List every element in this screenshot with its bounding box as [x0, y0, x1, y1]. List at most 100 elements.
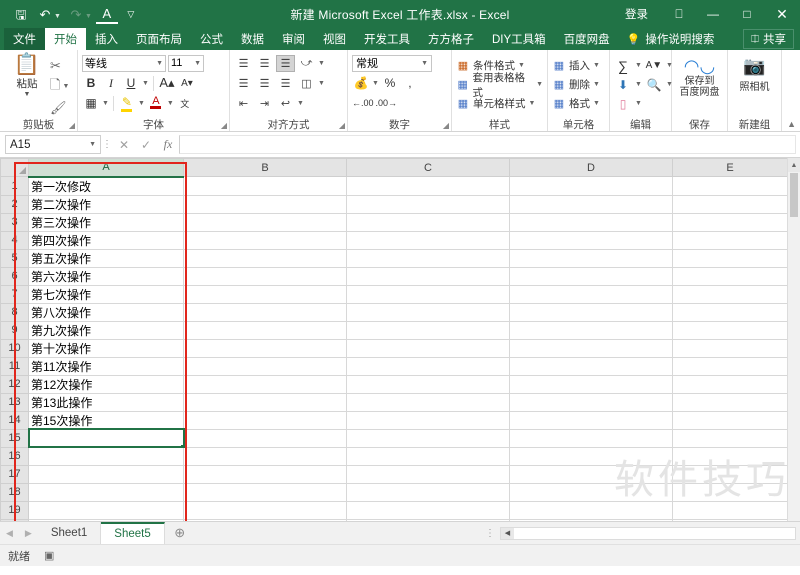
chevron-down-icon[interactable]: ▼ — [593, 100, 600, 107]
orientation-dropdown-icon[interactable]: ▼ — [318, 60, 325, 67]
name-box-dropdown-icon[interactable]: ▼ — [89, 141, 96, 148]
cell-C8[interactable] — [346, 303, 510, 322]
row-header-14[interactable]: 14 — [0, 410, 29, 430]
font-color-dropdown-icon[interactable]: ▼ — [167, 100, 174, 107]
phonetic-guide-icon[interactable]: 文 — [176, 94, 194, 112]
row-header-3[interactable]: 3 — [0, 212, 29, 232]
cell-C16[interactable] — [346, 447, 510, 466]
cell-C19[interactable] — [346, 501, 510, 520]
cell-C3[interactable] — [346, 213, 510, 232]
horizontal-split-handle[interactable]: ⋮ — [480, 528, 500, 539]
row-header-6[interactable]: 6 — [0, 266, 29, 286]
cell-E9[interactable] — [672, 321, 788, 340]
delete-cells-button[interactable]: ▦ 删除 ▼ — [552, 75, 600, 94]
wrap-text-icon[interactable]: ↩ — [276, 95, 295, 112]
column-header-d[interactable]: D — [509, 158, 673, 177]
insert-cells-button[interactable]: ▦ 插入 ▼ — [552, 56, 600, 75]
row-header-4[interactable]: 4 — [0, 230, 29, 250]
align-left-icon[interactable]: ☰ — [234, 75, 253, 92]
cell-C15[interactable] — [346, 429, 510, 448]
cell-D10[interactable] — [509, 339, 673, 358]
cell-A3[interactable]: 第三次操作 — [28, 213, 184, 232]
merge-cells-icon[interactable]: ◫ — [297, 75, 316, 92]
align-middle-icon[interactable]: ☰ — [255, 55, 274, 72]
underline-button[interactable]: U — [122, 74, 140, 92]
cell-D11[interactable] — [509, 357, 673, 376]
clear-dropdown-icon[interactable]: ▼ — [635, 100, 642, 107]
number-format-dropdown-icon[interactable]: ▼ — [421, 60, 428, 67]
tab-baidu-netdisk[interactable]: 百度网盘 — [555, 28, 619, 50]
cell-A18[interactable] — [28, 483, 184, 502]
cell-E20[interactable] — [672, 519, 788, 521]
cell-A15[interactable] — [27, 428, 185, 448]
decrease-indent-icon[interactable]: ⇤ — [234, 95, 253, 112]
decrease-decimal-icon[interactable]: .00→ — [376, 94, 398, 112]
insert-function-icon[interactable]: fx — [157, 137, 179, 152]
decrease-font-size-icon[interactable]: A▾ — [178, 74, 196, 92]
fill-series-icon[interactable]: ⬇ — [614, 76, 632, 94]
cell-A7[interactable]: 第七次操作 — [28, 285, 184, 304]
save-to-baidu-button[interactable]: ◠◡ 保存到 百度网盘 — [676, 53, 723, 99]
cell-D13[interactable] — [509, 393, 673, 412]
cell-B6[interactable] — [183, 267, 347, 286]
chevron-down-icon[interactable]: ▼ — [518, 62, 525, 69]
tell-me-search[interactable]: 💡 操作说明搜索 — [619, 28, 723, 50]
sheet-tab-sheet5[interactable]: Sheet5 — [101, 522, 165, 544]
cell-styles-button[interactable]: ▦ 单元格样式 ▼ — [456, 94, 536, 113]
row-header-19[interactable]: 19 — [0, 500, 29, 520]
cell-A10[interactable]: 第十次操作 — [28, 339, 184, 358]
cell-E13[interactable] — [672, 393, 788, 412]
underline-dropdown-icon[interactable]: ▼ — [142, 80, 149, 87]
copy-button[interactable]: 🗋 ▼ — [50, 77, 69, 95]
cell-A17[interactable] — [28, 465, 184, 484]
row-header-1[interactable]: 1 — [0, 176, 29, 196]
cell-B11[interactable] — [183, 357, 347, 376]
increase-decimal-icon[interactable]: ←.00 — [352, 94, 374, 112]
cell-A12[interactable]: 第12次操作 — [28, 375, 184, 394]
tab-diy-toolbox[interactable]: DIY工具箱 — [483, 28, 555, 50]
font-color-icon[interactable]: A — [147, 94, 165, 112]
scroll-up-icon[interactable]: ▲ — [788, 158, 800, 172]
cell-A5[interactable]: 第五次操作 — [28, 249, 184, 268]
font-name-dropdown-icon[interactable]: ▼ — [156, 60, 163, 67]
tab-formulas[interactable]: 公式 — [191, 28, 232, 50]
formula-input[interactable] — [179, 135, 796, 154]
cell-E3[interactable] — [672, 213, 788, 232]
cell-E6[interactable] — [672, 267, 788, 286]
row-header-11[interactable]: 11 — [0, 356, 29, 376]
select-all-button[interactable] — [0, 158, 29, 177]
cell-E15[interactable] — [672, 429, 788, 448]
currency-dropdown-icon[interactable]: ▼ — [372, 80, 379, 87]
cancel-edit-icon[interactable]: ✕ — [113, 138, 135, 152]
cell-B2[interactable] — [183, 195, 347, 214]
row-header-17[interactable]: 17 — [0, 464, 29, 484]
cell-E12[interactable] — [672, 375, 788, 394]
column-header-b[interactable]: B — [183, 158, 347, 177]
font-size-input[interactable]: 11 ▼ — [168, 54, 204, 72]
cell-A11[interactable]: 第11次操作 — [28, 357, 184, 376]
cell-B4[interactable] — [183, 231, 347, 250]
borders-dropdown-icon[interactable]: ▼ — [102, 100, 109, 107]
row-header-15[interactable]: 15 — [0, 428, 29, 448]
row-header-12[interactable]: 12 — [0, 374, 29, 394]
autosum-icon[interactable]: ∑ — [614, 57, 632, 75]
cell-E14[interactable] — [672, 411, 788, 430]
cell-D4[interactable] — [509, 231, 673, 250]
number-format-select[interactable]: 常规 ▼ — [352, 54, 432, 72]
cell-D1[interactable] — [509, 176, 673, 196]
tab-data[interactable]: 数据 — [232, 28, 273, 50]
tab-file[interactable]: 文件 — [4, 28, 45, 50]
horizontal-scroll-thumb[interactable] — [514, 527, 795, 539]
find-select-icon[interactable]: 🔍 — [645, 76, 663, 94]
cell-C7[interactable] — [346, 285, 510, 304]
cell-A4[interactable]: 第四次操作 — [28, 231, 184, 250]
font-dialog-launcher[interactable]: ◢ — [221, 121, 227, 130]
cell-A13[interactable]: 第13此操作 — [28, 393, 184, 412]
row-header-10[interactable]: 10 — [0, 338, 29, 358]
format-cells-button[interactable]: ▦ 格式 ▼ — [552, 94, 600, 113]
clear-icon[interactable]: ▯ — [614, 95, 632, 113]
cell-B9[interactable] — [183, 321, 347, 340]
cell-C18[interactable] — [346, 483, 510, 502]
cell-C17[interactable] — [346, 465, 510, 484]
cell-C20[interactable] — [346, 519, 510, 521]
